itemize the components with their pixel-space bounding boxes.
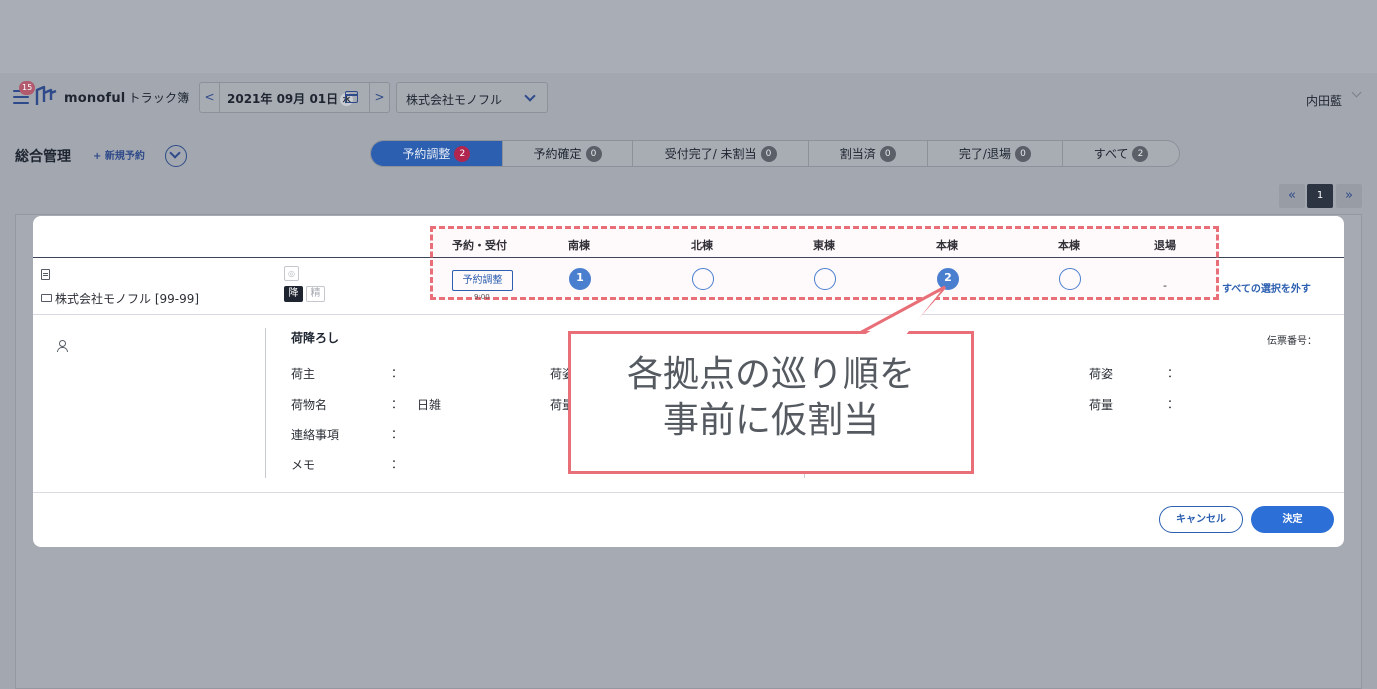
section-title-unloading: 荷降ろし [291,331,340,345]
new-booking-button[interactable]: + 新規予約 [93,147,145,162]
monoful-logo-icon [35,85,57,105]
tab-assigned[interactable]: 割当済 0 [809,141,928,166]
row-divider [33,314,1344,315]
shipper-colon: ： [391,366,404,380]
calendar-icon[interactable] [345,91,358,103]
shipper-label: 荷主 [291,367,316,381]
stop-north-building[interactable] [692,268,714,290]
prev-day-button[interactable]: < [200,83,220,112]
confirm-button[interactable]: 決定 [1251,506,1334,533]
date-text[interactable]: 2021年 09月 01日水 [227,90,354,107]
callout-text: 各拠点の巡り順を 事前に仮割当 [571,352,971,444]
company-select-value: 株式会社モノフル [406,93,503,107]
page-1-button[interactable]: 1 [1307,184,1333,208]
slip-number-label: 伝票番号： [1267,336,1317,347]
status-tabs: 予約調整 2 予約確定 0 受付完了/ 未割当 0 割当済 0 完了/退場 0 すべて 2 [370,140,1180,167]
expand-toggle-button[interactable] [165,145,187,167]
document-icon [41,269,50,280]
item-name-value: 日雑 [417,398,442,412]
annotation-callout: 各拠点の巡り順を 事前に仮割当 [568,331,974,474]
first-page-button[interactable]: « [1279,184,1305,208]
row-company-name: 株式会社モノフル [99-99] [55,292,200,306]
contact-colon: ： [391,427,404,441]
memo-colon: ： [391,457,404,471]
quantity-colon: ： [1167,397,1180,411]
user-name[interactable]: 内田藍 [1306,92,1342,109]
next-day-button[interactable]: > [369,83,389,112]
cancel-button[interactable]: キャンセル [1159,506,1243,533]
app-logo-text: monoful トラック簿 [64,91,190,106]
last-page-button[interactable]: » [1336,184,1362,208]
detail-divider [265,328,266,478]
footer-divider [33,492,1344,493]
contact-label: 連絡事項 [291,428,340,442]
person-icon [57,340,68,352]
tab-reservation-adjust[interactable]: 予約調整 2 [371,141,503,166]
page-title: 総合管理 [15,149,71,165]
unload-tag: 降 [284,286,303,302]
item-name-label: 荷物名 [291,398,328,412]
tab-completed-exited[interactable]: 完了/退場 0 [928,141,1064,166]
stop-south-building[interactable]: 1 [569,268,591,290]
quantity-label: 荷量 [1089,398,1114,412]
notification-badge: 15 [19,81,36,95]
stop-main-building-1[interactable]: 2 [937,268,959,290]
packing-colon: ： [1167,366,1180,380]
company-select[interactable]: 株式会社モノフル [396,82,548,113]
stop-east-building[interactable] [814,268,836,290]
memo-label: メモ [291,458,316,472]
top-band [0,0,1377,73]
packing-label: 荷姿 [1089,367,1114,381]
callout-line-2: 事前に仮割当 [662,400,879,441]
callout-line-1: 各拠点の巡り順を [626,354,915,395]
date-picker[interactable]: < 2021年 09月 01日水 > [199,82,390,113]
tab-all[interactable]: すべて 2 [1063,141,1179,166]
truck-icon [41,294,52,302]
precision-tag: 精 [306,286,325,302]
chevron-down-icon [169,147,181,159]
fingerprint-icon: ◎ [284,266,299,281]
status-adjust-button[interactable]: 予約調整 [452,270,513,291]
tab-received-unassigned[interactable]: 受付完了/ 未割当 0 [633,141,809,166]
item-name-colon: ： [391,397,404,411]
chevron-down-icon [524,90,536,102]
status-time: 9:00 [474,293,490,301]
tab-reservation-confirmed[interactable]: 予約確定 0 [503,141,634,166]
stop-main-building-2[interactable] [1059,268,1081,290]
deselect-all-link[interactable]: すべての選択を外す [1222,280,1311,295]
exit-value: - [1163,279,1167,292]
